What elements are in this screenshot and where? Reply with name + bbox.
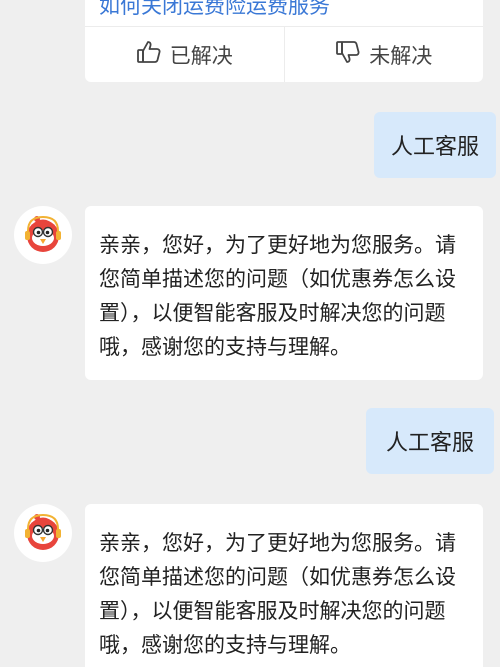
bot-message: 亲亲，您好，为了更好地为您服务。请您简单描述您的问题（如优惠券怎么设置），以便智… bbox=[85, 504, 483, 667]
bot-mascot-icon bbox=[19, 209, 67, 261]
bot-message: 亲亲，您好，为了更好地为您服务。请您简单描述您的问题（如优惠券怎么设置），以便智… bbox=[85, 206, 483, 380]
solved-button[interactable]: 已解决 bbox=[85, 27, 284, 82]
bot-message-text: 亲亲，您好，为了更好地为您服务。请您简单描述您的问题（如优惠券怎么设置），以便智… bbox=[99, 531, 456, 657]
user-message-text: 人工客服 bbox=[390, 135, 479, 160]
bot-message-text: 亲亲，您好，为了更好地为您服务。请您简单描述您的问题（如优惠券怎么设置），以便智… bbox=[99, 233, 456, 359]
user-message: 人工客服 bbox=[366, 408, 494, 474]
bot-avatar[interactable] bbox=[14, 206, 72, 264]
user-message: 人工客服 bbox=[374, 112, 496, 178]
bot-mascot-icon bbox=[19, 507, 67, 559]
question-link[interactable]: 如何关闭运费险运费服务 bbox=[99, 0, 330, 20]
thumbs-up-icon bbox=[136, 39, 162, 70]
feedback-card: 如何关闭运费险运费服务 已解决 未解决 bbox=[85, 0, 483, 82]
unsolved-button[interactable]: 未解决 bbox=[283, 27, 484, 82]
bot-avatar[interactable] bbox=[14, 504, 72, 562]
unsolved-label: 未解决 bbox=[369, 43, 433, 68]
solved-label: 已解决 bbox=[169, 43, 233, 68]
user-message-text: 人工客服 bbox=[385, 431, 474, 456]
thumbs-down-icon bbox=[335, 39, 361, 70]
feedback-actions: 已解决 未解决 bbox=[85, 26, 483, 82]
